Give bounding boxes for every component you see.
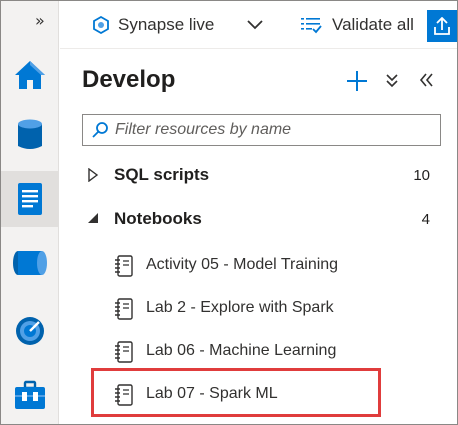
notebook-label: Activity 05 - Model Training [146, 256, 339, 273]
collapse-all-icon[interactable] [385, 73, 399, 89]
nav-monitor-button[interactable] [1, 303, 59, 359]
search-icon [92, 122, 108, 138]
caret-expanded-icon[interactable] [87, 212, 99, 224]
upload-icon [434, 17, 450, 35]
chevron-down-icon[interactable] [247, 18, 263, 30]
notebook-item[interactable]: Lab 2 - Explore with Spark [110, 293, 440, 323]
top-toolbar: Synapse live Validate all [60, 1, 457, 49]
group-count: 10 [413, 166, 430, 184]
caret-right-icon[interactable] [87, 168, 99, 182]
validate-icon [301, 18, 322, 34]
add-icon[interactable] [346, 70, 368, 92]
develop-icon [18, 183, 42, 215]
notebook-icon [115, 384, 133, 406]
data-icon [18, 119, 42, 149]
workspace-mode-label: Synapse live [118, 15, 215, 34]
home-icon [15, 61, 45, 89]
group-notebooks[interactable]: Notebooks 4 [82, 204, 442, 234]
nav-data-button[interactable] [1, 107, 59, 163]
notebook-label: Lab 06 - Machine Learning [146, 342, 337, 359]
left-nav-rail: » [1, 1, 59, 424]
filter-box [82, 114, 441, 146]
monitor-icon [16, 317, 44, 345]
notebook-label: Lab 07 - Spark ML [146, 385, 278, 402]
validate-all-label: Validate all [332, 15, 414, 34]
collapse-pane-icon[interactable] [418, 72, 434, 88]
validate-all-button[interactable]: Validate all [300, 15, 414, 35]
notebook-item[interactable]: Lab 06 - Machine Learning [110, 336, 440, 366]
integrate-icon [13, 251, 47, 275]
group-label: Notebooks [114, 209, 202, 228]
filter-resources-input[interactable] [115, 121, 435, 139]
nav-home-button[interactable] [1, 47, 59, 103]
notebook-item[interactable]: Activity 05 - Model Training [110, 250, 440, 280]
synapse-icon [93, 16, 109, 34]
notebook-icon [115, 255, 133, 277]
notebook-icon [115, 341, 133, 363]
notebook-icon [115, 298, 133, 320]
group-label: SQL scripts [114, 165, 210, 184]
group-count: 4 [421, 210, 430, 228]
nav-manage-button[interactable] [1, 367, 59, 423]
publish-button[interactable] [427, 10, 457, 42]
manage-icon [15, 380, 45, 409]
notebook-item-highlighted[interactable]: Lab 07 - Spark ML [110, 379, 440, 409]
nav-develop-button[interactable] [1, 171, 59, 227]
group-sql-scripts[interactable]: SQL scripts 10 [82, 160, 442, 190]
pane-title: Develop [82, 66, 176, 93]
nav-integrate-button[interactable] [1, 235, 59, 291]
workspace-mode-selector[interactable]: Synapse live [92, 15, 214, 35]
notebook-label: Lab 2 - Explore with Spark [146, 299, 334, 316]
expand-rail-icon[interactable]: » [35, 11, 45, 30]
